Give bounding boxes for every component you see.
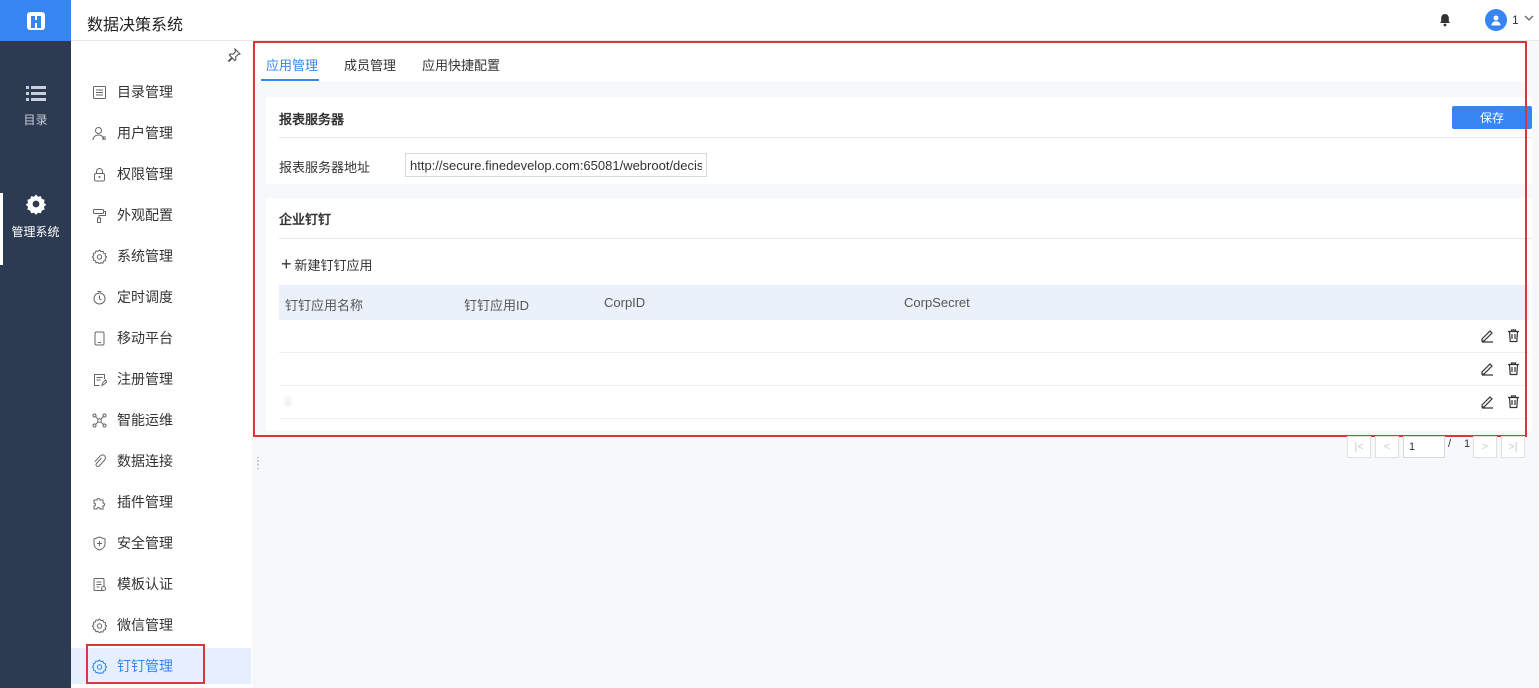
server-address-label: 报表服务器地址 bbox=[279, 160, 371, 175]
sidebar-item-wechat[interactable]: 微信管理 bbox=[71, 607, 251, 643]
app-title: 数据决策系统 bbox=[87, 17, 184, 34]
puzzle-icon bbox=[93, 497, 105, 509]
rail-label: 目录 bbox=[23, 113, 48, 127]
top-bar: 数据决策系统 1 bbox=[0, 0, 1539, 41]
first-page-icon[interactable]: |< bbox=[1347, 436, 1371, 458]
catalog-icon bbox=[93, 85, 106, 99]
delete-icon[interactable] bbox=[1506, 361, 1521, 376]
table-row[interactable] bbox=[279, 320, 1529, 353]
cell-app-name: 1 bbox=[285, 396, 292, 408]
sidebar-item-label: 数据连接 bbox=[117, 453, 173, 469]
sidebar-item-label: 目录管理 bbox=[117, 84, 173, 100]
register-icon bbox=[94, 373, 107, 387]
shield-icon bbox=[93, 535, 106, 551]
sidebar-item-label: 定时调度 bbox=[117, 289, 173, 305]
last-page-icon[interactable]: >| bbox=[1501, 436, 1525, 458]
sidebar-item-label: 注册管理 bbox=[117, 371, 173, 387]
pin-icon[interactable] bbox=[227, 47, 242, 63]
divider bbox=[279, 137, 1532, 138]
table-row[interactable] bbox=[279, 353, 1529, 386]
link-icon bbox=[94, 453, 106, 467]
total-pages: 1 bbox=[1464, 438, 1471, 450]
list-icon bbox=[0, 83, 71, 103]
delete-icon[interactable] bbox=[1506, 394, 1521, 409]
mobile-icon bbox=[94, 331, 105, 345]
gear-icon bbox=[0, 193, 71, 215]
table-row[interactable]: 1 bbox=[279, 386, 1529, 419]
tab-active-indicator bbox=[261, 79, 319, 81]
tab-app-management[interactable]: 应用管理 bbox=[266, 55, 318, 74]
report-server-title: 报表服务器 bbox=[279, 112, 345, 127]
rail-item-catalog[interactable]: 目录 bbox=[0, 83, 71, 163]
chevron-down-icon[interactable] bbox=[1523, 12, 1535, 27]
wechat-gear-icon bbox=[92, 617, 107, 633]
sidebar-item-system[interactable]: 系统管理 bbox=[71, 238, 251, 274]
app-logo-icon[interactable] bbox=[0, 0, 71, 41]
highlight-frame bbox=[86, 644, 205, 684]
sidebar-item-catalog[interactable]: 目录管理 bbox=[71, 74, 251, 110]
user-icon bbox=[92, 126, 106, 140]
prev-page-icon[interactable]: < bbox=[1375, 436, 1399, 458]
divider bbox=[279, 238, 1532, 239]
page-number-input[interactable] bbox=[1403, 436, 1445, 458]
user-name[interactable]: 1 bbox=[1512, 13, 1519, 27]
sidebar-item-template-auth[interactable]: 模板认证 bbox=[71, 566, 251, 602]
sidebar-item-plugins[interactable]: 插件管理 bbox=[71, 484, 251, 520]
sidebar-item-label: 安全管理 bbox=[117, 535, 173, 551]
sidebar-item-registration[interactable]: 注册管理 bbox=[71, 361, 251, 397]
next-page-icon[interactable]: > bbox=[1473, 436, 1497, 458]
sidebar-item-data-connection[interactable]: 数据连接 bbox=[71, 443, 251, 479]
edit-icon[interactable] bbox=[1480, 361, 1495, 376]
timer-icon bbox=[93, 290, 106, 304]
lock-icon bbox=[94, 167, 105, 181]
sidebar-item-label: 外观配置 bbox=[117, 207, 173, 223]
delete-icon[interactable] bbox=[1506, 328, 1521, 343]
page-separator: / bbox=[1448, 438, 1452, 450]
sidebar-item-label: 插件管理 bbox=[117, 494, 173, 510]
edit-icon[interactable] bbox=[1480, 394, 1495, 409]
bell-icon[interactable] bbox=[1437, 12, 1453, 28]
edit-icon[interactable] bbox=[1480, 328, 1495, 343]
user-avatar-icon[interactable] bbox=[1485, 9, 1507, 31]
column-header: CorpSecret bbox=[904, 295, 970, 310]
main-content: 应用管理 成员管理 应用快捷配置 报表服务器 保存 报表服务器地址 企业钉钉 +… bbox=[256, 41, 1539, 688]
column-header: CorpID bbox=[604, 295, 646, 310]
add-dingtalk-app-label: 新建钉钉应用 bbox=[294, 258, 373, 273]
sidebar-item-label: 智能运维 bbox=[117, 412, 173, 428]
dingtalk-title: 企业钉钉 bbox=[279, 212, 332, 227]
primary-rail: 目录 管理系统 bbox=[0, 41, 71, 688]
sidebar-item-security[interactable]: 安全管理 bbox=[71, 525, 251, 561]
table-header: 钉钉应用名称 钉钉应用ID CorpID CorpSecret bbox=[279, 285, 1529, 320]
paint-roller-icon bbox=[93, 208, 106, 223]
tab-quick-config[interactable]: 应用快捷配置 bbox=[422, 55, 500, 74]
tab-member-management[interactable]: 成员管理 bbox=[344, 55, 396, 74]
sidebar-item-appearance[interactable]: 外观配置 bbox=[71, 197, 251, 233]
template-icon bbox=[93, 577, 106, 591]
sidebar-item-label: 移动平台 bbox=[117, 330, 173, 346]
rail-label: 管理系统 bbox=[11, 225, 60, 239]
rail-item-management[interactable]: 管理系统 bbox=[0, 193, 71, 273]
add-dingtalk-app-button[interactable]: + 新建钉钉应用 bbox=[281, 255, 373, 274]
sidebar-item-label: 模板认证 bbox=[117, 576, 173, 592]
plus-icon: + bbox=[281, 254, 292, 274]
sidebar-item-label: 系统管理 bbox=[117, 248, 173, 264]
server-address-input[interactable] bbox=[405, 153, 707, 177]
network-icon bbox=[92, 413, 107, 427]
sidebar-item-users[interactable]: 用户管理 bbox=[71, 115, 251, 151]
column-header: 钉钉应用名称 bbox=[285, 298, 364, 313]
settings-icon bbox=[92, 248, 107, 264]
sidebar-item-permissions[interactable]: 权限管理 bbox=[71, 156, 251, 192]
sidebar-item-label: 用户管理 bbox=[117, 125, 173, 141]
sidebar-item-label: 微信管理 bbox=[117, 617, 173, 633]
column-header: 钉钉应用ID bbox=[464, 298, 530, 313]
sidebar: 目录管理 用户管理 权限管理 外观配置 系统管理 定时调度 移动平台 注册管理 … bbox=[71, 41, 252, 688]
sidebar-item-mobile[interactable]: 移动平台 bbox=[71, 320, 251, 356]
sidebar-item-label: 权限管理 bbox=[117, 166, 173, 182]
sidebar-item-ops[interactable]: 智能运维 bbox=[71, 402, 251, 438]
tab-bar: 应用管理 成员管理 应用快捷配置 bbox=[256, 41, 1526, 82]
save-button[interactable]: 保存 bbox=[1452, 106, 1532, 129]
sidebar-item-dingtalk[interactable]: 钉钉管理 bbox=[71, 644, 251, 684]
sidebar-item-schedule[interactable]: 定时调度 bbox=[71, 279, 251, 315]
